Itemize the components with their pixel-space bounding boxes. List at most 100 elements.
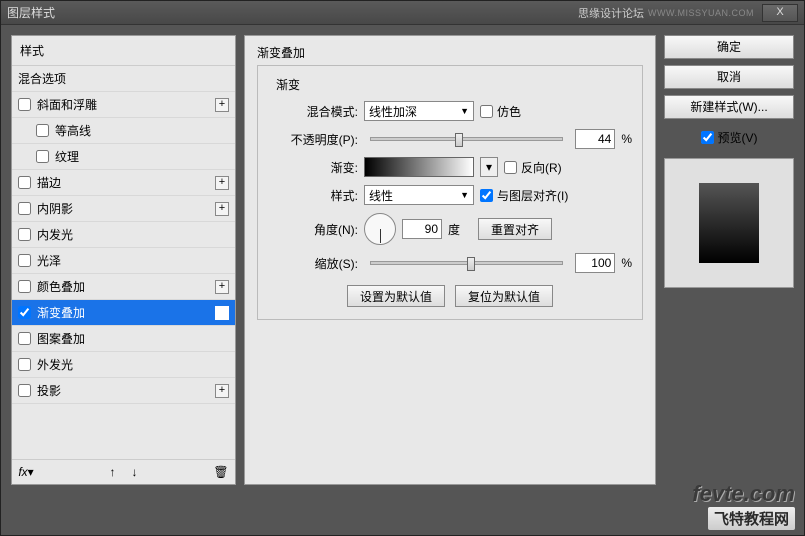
expand-icon[interactable]: +: [215, 306, 229, 320]
style-checkbox[interactable]: [18, 332, 31, 345]
preview-input[interactable]: [701, 131, 714, 144]
style-row-1[interactable]: 等高线: [12, 118, 235, 144]
gradient-label: 渐变:: [268, 159, 358, 176]
style-label: 纹理: [55, 148, 79, 165]
style-label: 描边: [37, 174, 61, 191]
fx-icon[interactable]: fx▾: [18, 464, 34, 480]
reset-align-button[interactable]: 重置对齐: [478, 218, 552, 240]
cancel-button[interactable]: 取消: [664, 65, 794, 89]
chevron-down-icon: ▼: [460, 190, 469, 200]
dither-checkbox[interactable]: 仿色: [480, 103, 521, 120]
style-label: 渐变叠加: [37, 304, 85, 321]
opacity-label: 不透明度(P):: [268, 131, 358, 148]
reset-default-button[interactable]: 复位为默认值: [455, 285, 553, 307]
watermark-line2: 飞特教程网: [708, 507, 795, 530]
reverse-input[interactable]: [504, 161, 517, 174]
style-checkbox[interactable]: [18, 384, 31, 397]
style-checkbox[interactable]: [18, 98, 31, 111]
style-row-5[interactable]: 内发光: [12, 222, 235, 248]
set-default-button[interactable]: 设置为默认值: [347, 285, 445, 307]
expand-icon[interactable]: +: [215, 98, 229, 112]
style-label: 样式:: [268, 187, 358, 204]
angle-dial[interactable]: [364, 213, 396, 245]
style-checkbox[interactable]: [18, 202, 31, 215]
style-row-10[interactable]: 外发光: [12, 352, 235, 378]
scale-input[interactable]: [575, 253, 615, 273]
blending-options-row[interactable]: 混合选项: [12, 66, 235, 92]
blend-mode-label: 混合模式:: [268, 103, 358, 120]
style-select[interactable]: 线性 ▼: [364, 185, 474, 205]
style-checkbox[interactable]: [36, 124, 49, 137]
angle-input[interactable]: [402, 219, 442, 239]
style-checkbox[interactable]: [18, 358, 31, 371]
watermark-line1: fevte.com: [692, 481, 795, 507]
window-title: 图层样式: [7, 4, 578, 21]
dialog-content: 样式 混合选项 斜面和浮雕+等高线纹理描边+内阴影+内发光光泽颜色叠加+渐变叠加…: [1, 25, 804, 495]
up-icon[interactable]: ↑: [105, 464, 121, 480]
expand-icon[interactable]: +: [215, 384, 229, 398]
section-title: 渐变叠加: [257, 44, 643, 61]
style-label: 光泽: [37, 252, 61, 269]
style-label: 斜面和浮雕: [37, 96, 97, 113]
scale-thumb[interactable]: [467, 257, 475, 271]
style-row-9[interactable]: 图案叠加: [12, 326, 235, 352]
close-button[interactable]: X: [762, 4, 798, 22]
right-panel: 确定 取消 新建样式(W)... 预览(V): [664, 35, 794, 485]
titlebar: 图层样式 思缘设计论坛 WWW.MISSYUAN.COM X: [1, 1, 804, 25]
expand-icon[interactable]: +: [215, 202, 229, 216]
opacity-input[interactable]: [575, 129, 615, 149]
style-row-11[interactable]: 投影+: [12, 378, 235, 404]
forum-url: WWW.MISSYUAN.COM: [648, 8, 754, 18]
style-label: 颜色叠加: [37, 278, 85, 295]
opacity-slider[interactable]: [370, 137, 563, 141]
blending-options-label: 混合选项: [18, 70, 66, 87]
down-icon[interactable]: ↓: [127, 464, 143, 480]
preview-swatch: [699, 183, 759, 263]
align-input[interactable]: [480, 189, 493, 202]
style-row-0[interactable]: 斜面和浮雕 +: [12, 92, 235, 118]
align-label: 与图层对齐(I): [497, 187, 568, 204]
chevron-down-icon: ▾: [486, 160, 492, 174]
styles-footer: fx▾ ↑ ↓ 🗑: [12, 459, 235, 484]
dither-input[interactable]: [480, 105, 493, 118]
align-checkbox[interactable]: 与图层对齐(I): [480, 187, 568, 204]
blend-mode-value: 线性加深: [369, 103, 417, 120]
preview-box: [664, 158, 794, 288]
trash-icon[interactable]: 🗑: [213, 464, 229, 480]
style-label: 图案叠加: [37, 330, 85, 347]
style-row-3[interactable]: 描边 +: [12, 170, 235, 196]
style-label: 外发光: [37, 356, 73, 373]
styles-panel: 样式 混合选项 斜面和浮雕+等高线纹理描边+内阴影+内发光光泽颜色叠加+渐变叠加…: [11, 35, 236, 485]
blend-mode-select[interactable]: 线性加深 ▼: [364, 101, 474, 121]
new-style-button[interactable]: 新建样式(W)...: [664, 95, 794, 119]
style-label: 等高线: [55, 122, 91, 139]
style-row-8[interactable]: 渐变叠加 +: [12, 300, 235, 326]
forum-label: 思缘设计论坛: [578, 5, 644, 21]
scale-label: 缩放(S):: [268, 255, 358, 272]
style-row-6[interactable]: 光泽: [12, 248, 235, 274]
style-checkbox[interactable]: [18, 280, 31, 293]
style-value: 线性: [369, 187, 393, 204]
ok-button[interactable]: 确定: [664, 35, 794, 59]
style-row-4[interactable]: 内阴影 +: [12, 196, 235, 222]
opacity-thumb[interactable]: [455, 133, 463, 147]
style-checkbox[interactable]: [18, 254, 31, 267]
style-row-2[interactable]: 纹理: [12, 144, 235, 170]
style-label: 内发光: [37, 226, 73, 243]
expand-icon[interactable]: +: [215, 176, 229, 190]
expand-icon[interactable]: +: [215, 280, 229, 294]
gradient-swatch[interactable]: [364, 157, 474, 177]
settings-panel: 渐变叠加 渐变 混合模式: 线性加深 ▼ 仿色 不透明度(P):: [244, 35, 656, 485]
preview-checkbox[interactable]: 预览(V): [664, 129, 794, 146]
style-row-7[interactable]: 颜色叠加 +: [12, 274, 235, 300]
style-checkbox[interactable]: [18, 228, 31, 241]
watermark: fevte.com 飞特教程网: [692, 481, 795, 530]
style-label: 内阴影: [37, 200, 73, 217]
fieldset-title: 渐变: [272, 76, 304, 93]
gradient-picker-arrow[interactable]: ▾: [480, 157, 498, 177]
scale-slider[interactable]: [370, 261, 563, 265]
reverse-checkbox[interactable]: 反向(R): [504, 159, 562, 176]
style-checkbox[interactable]: [18, 306, 31, 319]
style-checkbox[interactable]: [18, 176, 31, 189]
style-checkbox[interactable]: [36, 150, 49, 163]
